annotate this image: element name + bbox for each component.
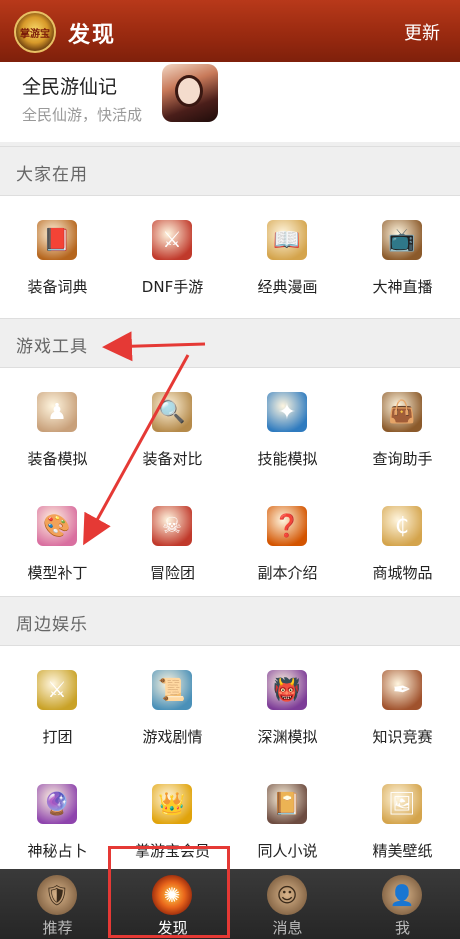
app-header: 掌游宝 发现 更新 [0,0,460,62]
discover-icon: ✺ [152,875,192,915]
novel-icon: 📔 [267,784,307,824]
grid-item-novel[interactable]: 📔 同人小说 [230,768,345,872]
grid-item-label: DNF手游 [141,278,204,296]
grid-item-label: 技能模拟 [257,450,318,468]
grid-item-skill[interactable]: ✦ 技能模拟 [230,376,345,480]
grid-item-banner[interactable]: ☠ 冒险团 [115,490,230,594]
section-title: 游戏工具 [16,337,88,357]
entertainment-grid: ⚔ 打团 📜 游戏剧情 👹 深渊模拟 ✒ 知识竞赛 🔮 神秘占卜 👑 掌游宝会员 📔 同人小说 🖼 精美壁纸 [0,646,460,869]
grid-item-label: 打团 [42,728,73,746]
grid-item-crown[interactable]: 👑 掌游宝会员 [115,768,230,872]
message-icon: ☺ [267,875,307,915]
coin-icon: ₵ [382,506,422,546]
update-button[interactable]: 更新 [404,19,440,45]
grid-item-scroll[interactable]: 📜 游戏剧情 [115,654,230,758]
featured-game-thumbnail[interactable] [162,64,218,122]
shield-icon: 🛡 [37,875,77,915]
grid-item-label: 大神直播 [372,278,433,296]
tv-icon: 📺 [382,220,422,260]
grid-item-palette[interactable]: 🎨 模型补丁 [0,490,115,594]
grid-item-label: 查询助手 [372,450,433,468]
skill-icon: ✦ [267,392,307,432]
grid-item-label: 游戏剧情 [142,728,203,746]
section-title: 周边娱乐 [16,615,88,635]
grid-item-bag[interactable]: 👜 查询助手 [345,376,460,480]
grid-item-quest-book[interactable]: ❓ 副本介绍 [230,490,345,594]
grid-item-label: 掌游宝会员 [134,842,210,860]
page-title: 发现 [68,23,117,48]
grid-item-figure[interactable]: ♟ 装备模拟 [0,376,115,480]
section-title: 大家在用 [16,165,88,185]
tab-shield[interactable]: 🛡 推荐 [0,869,115,939]
featured-game-banner[interactable]: 全民游仙记 全民仙游，快活成 [0,62,460,142]
grid-item-label: 冒险团 [149,564,195,582]
figure-icon: ♟ [37,392,77,432]
tab-message[interactable]: ☺ 消息 [230,869,345,939]
featured-game-desc: 全民仙游，快活成 [22,106,143,124]
tab-discover[interactable]: ✺ 发现 [115,869,230,939]
grid-item-quill[interactable]: ✒ 知识竞赛 [345,654,460,758]
tab-profile[interactable]: 👤 我 [345,869,460,939]
popular-grid: 📕 装备词典 ⚔ DNF手游 📖 经典漫画 📺 大神直播 [0,196,460,318]
grid-item-label: 装备词典 [27,278,88,296]
grid-item-label: 装备对比 [142,450,203,468]
demon-icon: 👹 [267,670,307,710]
banner-icon: ☠ [152,506,192,546]
mobile-game-icon: ⚔ [152,220,192,260]
bottom-tab-bar: 🛡 推荐 ✺ 发现 ☺ 消息 👤 我 [0,869,460,939]
grid-item-label: 商城物品 [372,564,433,582]
section-header-entertainment: 周边娱乐 [0,596,460,646]
grid-item-crystal-ball[interactable]: 🔮 神秘占卜 [0,768,115,872]
quill-icon: ✒ [382,670,422,710]
app-logo-icon[interactable]: 掌游宝 [14,11,56,53]
grid-item-crossed-swords[interactable]: ⚔ 打团 [0,654,115,758]
tab-label: 推荐 [42,919,73,937]
grid-item-label: 同人小说 [257,842,318,860]
grid-item-label: 经典漫画 [257,278,318,296]
profile-icon: 👤 [382,875,422,915]
quest-book-icon: ❓ [267,506,307,546]
wallpaper-icon: 🖼 [382,784,422,824]
grid-item-label: 精美壁纸 [372,842,433,860]
book-icon: 📕 [37,220,77,260]
tab-label: 消息 [272,919,303,937]
grid-item-magnifier[interactable]: 🔍 装备对比 [115,376,230,480]
grid-item-label: 副本介绍 [257,564,318,582]
crystal-ball-icon: 🔮 [37,784,77,824]
grid-item-mobile-game[interactable]: ⚔ DNF手游 [115,204,230,308]
comic-icon: 📖 [267,220,307,260]
section-header-tools: 游戏工具 [0,318,460,368]
grid-item-coin[interactable]: ₵ 商城物品 [345,490,460,594]
section-header-popular: 大家在用 [0,146,460,196]
bag-icon: 👜 [382,392,422,432]
crossed-swords-icon: ⚔ [37,670,77,710]
grid-item-label: 知识竞赛 [372,728,433,746]
featured-game-name: 全民游仙记 [22,76,118,98]
grid-item-demon[interactable]: 👹 深渊模拟 [230,654,345,758]
grid-item-label: 神秘占卜 [27,842,88,860]
scroll-icon: 📜 [152,670,192,710]
tab-label: 发现 [157,919,188,937]
grid-item-comic[interactable]: 📖 经典漫画 [230,204,345,308]
grid-item-label: 模型补丁 [27,564,88,582]
tab-label: 我 [394,919,410,937]
grid-item-tv[interactable]: 📺 大神直播 [345,204,460,308]
grid-item-wallpaper[interactable]: 🖼 精美壁纸 [345,768,460,872]
crown-icon: 👑 [152,784,192,824]
palette-icon: 🎨 [37,506,77,546]
grid-item-label: 深渊模拟 [257,728,318,746]
tools-grid: ♟ 装备模拟 🔍 装备对比 ✦ 技能模拟 👜 查询助手 🎨 模型补丁 ☠ 冒险团 ❓ 副本介绍 ₵ 商城物品 [0,368,460,596]
grid-item-book[interactable]: 📕 装备词典 [0,204,115,308]
grid-item-label: 装备模拟 [27,450,88,468]
magnifier-icon: 🔍 [152,392,192,432]
